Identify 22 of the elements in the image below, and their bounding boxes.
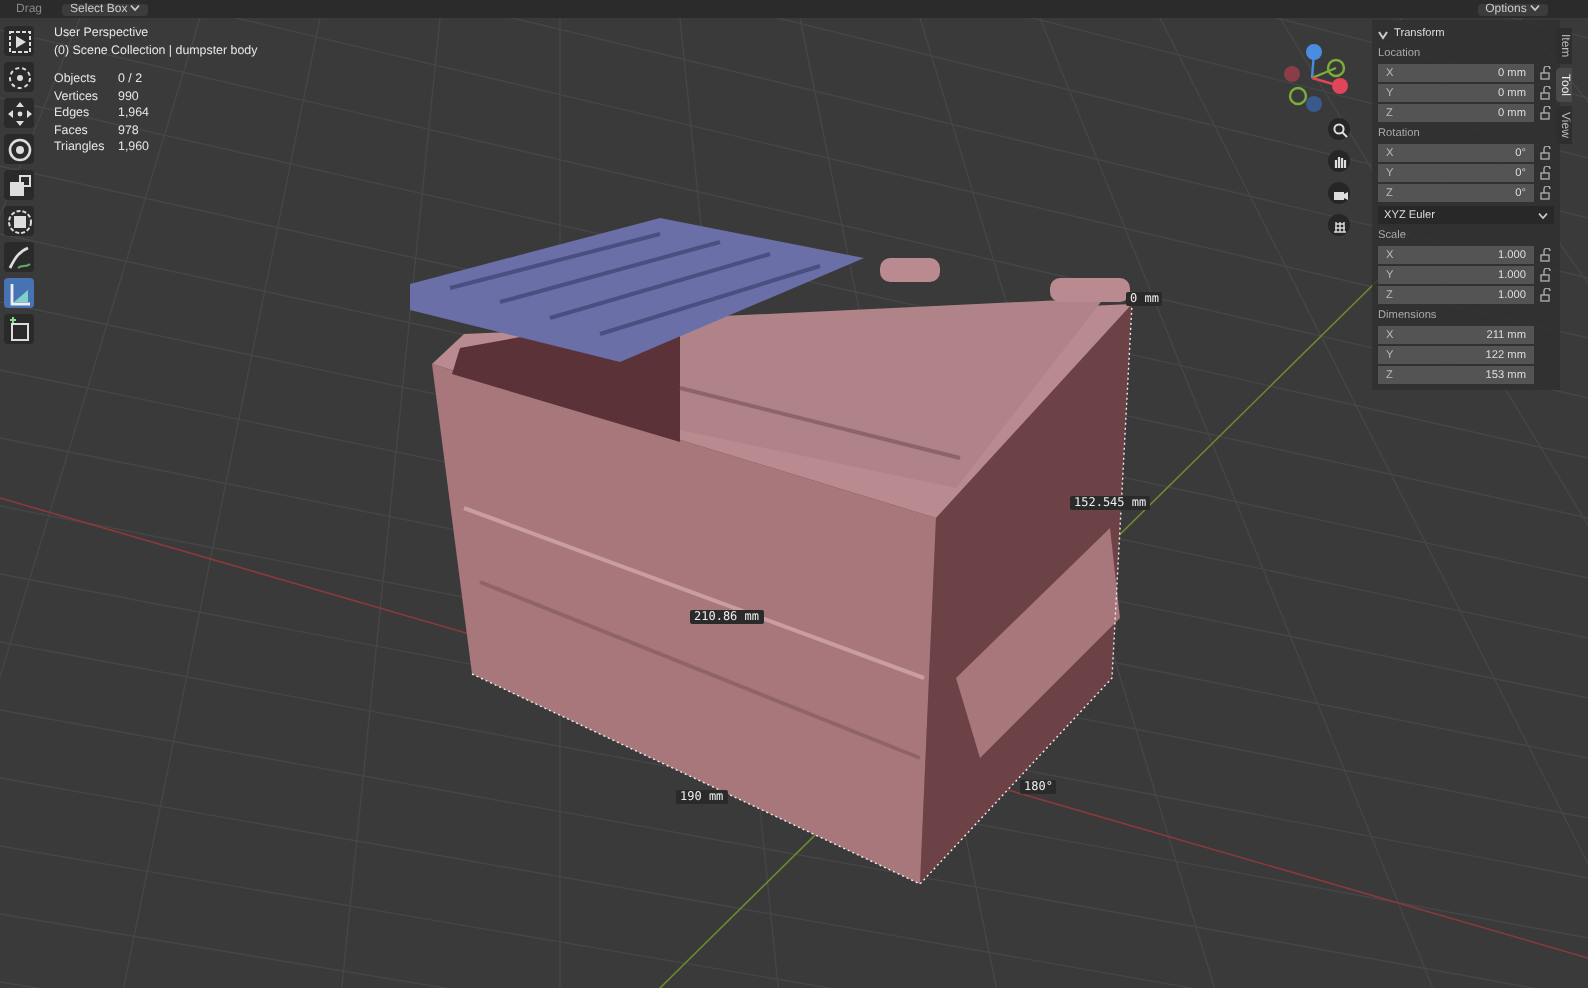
caret-icon bbox=[1530, 3, 1540, 12]
rotate-tool[interactable] bbox=[4, 134, 34, 164]
caret-icon bbox=[130, 3, 141, 12]
caret-icon bbox=[1538, 211, 1548, 219]
lock-icon[interactable] bbox=[1540, 166, 1554, 180]
lock-icon[interactable] bbox=[1540, 288, 1554, 302]
lock-icon[interactable] bbox=[1540, 66, 1554, 80]
scale-tool[interactable] bbox=[4, 170, 34, 200]
lock-icon[interactable] bbox=[1540, 268, 1554, 282]
add-cube-tool[interactable] bbox=[4, 314, 34, 344]
select-box-tool[interactable] bbox=[4, 26, 34, 56]
annotate-tool[interactable] bbox=[4, 242, 34, 272]
cursor-tool[interactable] bbox=[4, 62, 34, 92]
move-tool[interactable] bbox=[4, 98, 34, 128]
lock-icon[interactable] bbox=[1540, 186, 1554, 200]
chevron-icon[interactable] bbox=[1378, 29, 1388, 39]
lock-icon[interactable] bbox=[1540, 248, 1554, 262]
lock-icon[interactable] bbox=[1540, 106, 1554, 120]
transform-tool[interactable] bbox=[4, 206, 34, 236]
lock-icon[interactable] bbox=[1540, 146, 1554, 160]
lock-icon[interactable] bbox=[1540, 86, 1554, 100]
measure-tool[interactable] bbox=[4, 278, 34, 308]
